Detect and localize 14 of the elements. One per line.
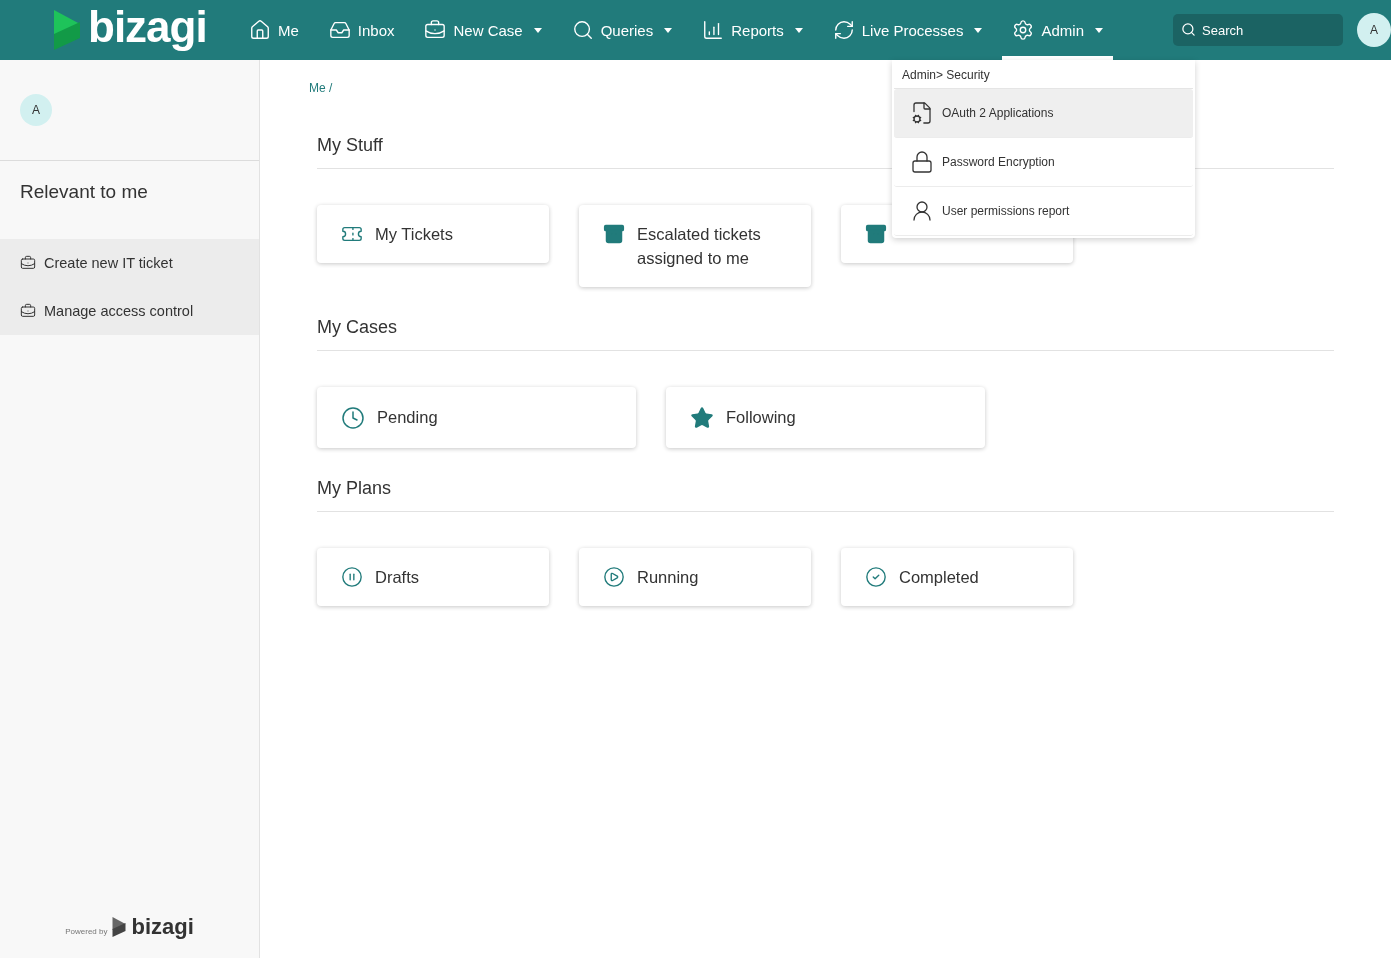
section-title: My Cases — [317, 317, 1334, 351]
section-title: My Plans — [317, 478, 1334, 512]
card-label: Escalated tickets assigned to me — [637, 224, 762, 269]
card-label: Following — [726, 407, 796, 428]
card-label: Drafts — [375, 567, 419, 588]
logo: bizagi — [131, 914, 194, 940]
card-label: Pending — [377, 407, 438, 428]
avatar: A — [20, 94, 52, 126]
card-label: Running — [637, 567, 699, 588]
card-label: Completed — [899, 567, 979, 588]
card-label: My Tickets — [375, 224, 453, 245]
sidebar-heading: Relevant to me — [19, 180, 149, 204]
powered-by-text: Powered by — [65, 926, 108, 936]
logo: bizagi — [88, 5, 207, 49]
